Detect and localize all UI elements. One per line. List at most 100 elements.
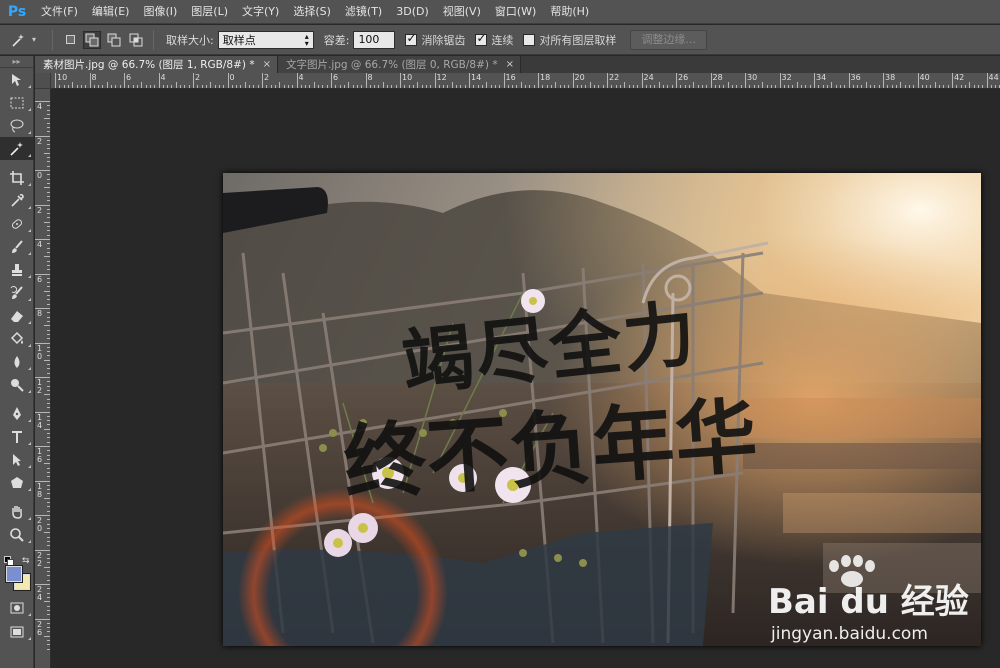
subtract-from-selection-button[interactable] <box>105 31 123 49</box>
menu-item-9[interactable]: 窗口(W) <box>488 0 543 24</box>
close-icon[interactable]: × <box>506 59 514 70</box>
ruler-tick <box>47 230 50 232</box>
ruler-top-label: 22 <box>609 73 620 82</box>
add-to-selection-button[interactable] <box>83 30 101 49</box>
shape-tool-button[interactable] <box>0 471 34 494</box>
ruler-tick <box>348 82 350 88</box>
shape-tool-icon <box>11 476 23 488</box>
ruler-tick <box>676 73 677 88</box>
ruler-tick <box>555 82 557 88</box>
ruler-tick <box>300 85 302 88</box>
ruler-tick <box>47 109 50 111</box>
lasso-tool-button[interactable] <box>0 114 34 137</box>
ruler-tick <box>546 85 548 88</box>
ruler-top-label: 4 <box>298 73 304 82</box>
panel-collapse-grip[interactable]: ▸▸ <box>0 56 33 68</box>
document-image[interactable]: 竭尽全力 终不负年华 Bai du 经验 jingyan.baidu.com <box>223 173 981 646</box>
sample-all-layers-checkbox[interactable] <box>523 33 536 46</box>
foreground-color-swatch[interactable] <box>5 565 23 583</box>
refine-edge-button[interactable]: 调整边缘... <box>630 29 707 50</box>
ruler-tick <box>529 85 531 88</box>
eyedropper-tool-button[interactable] <box>0 189 34 212</box>
horizontal-ruler[interactable]: 10 8 6 4 2 0 2 4 6 8 10 12 14 16 18 20 22 24 26 28 30 32 34 36 3… <box>51 73 1000 89</box>
ruler-tick <box>977 85 979 88</box>
ruler-tick <box>745 73 746 88</box>
ruler-tick <box>47 519 50 521</box>
ruler-tick <box>47 191 50 193</box>
ruler-tick <box>430 85 432 88</box>
tool-preset-picker[interactable]: ▾ <box>0 25 46 55</box>
menu-item-10[interactable]: 帮助(H) <box>543 0 596 24</box>
menu-item-5[interactable]: 选择(S) <box>286 0 338 24</box>
menu-item-4[interactable]: 文字(Y) <box>235 0 286 24</box>
intersect-selection-button[interactable] <box>127 31 145 49</box>
ruler-tick <box>753 85 755 88</box>
menu-item-3[interactable]: 图层(L) <box>184 0 235 24</box>
default-colors-icon[interactable] <box>4 556 14 566</box>
contiguous-option[interactable]: 连续 <box>475 31 513 48</box>
ruler-tick <box>788 85 790 88</box>
document-tab-1[interactable]: 文字图片.jpg @ 66.7% (图层 0, RGB/8#) * × <box>277 56 521 73</box>
menu-item-6[interactable]: 滤镜(T) <box>338 0 389 24</box>
ruler-left-label: 26 <box>36 619 43 637</box>
ruler-tick <box>736 85 738 88</box>
zoom-tool-button[interactable] <box>0 523 34 546</box>
ruler-origin[interactable] <box>35 73 51 89</box>
sample-size-select[interactable]: 取样点 ▴ ▾ <box>217 30 314 49</box>
ruler-tick <box>106 82 108 88</box>
sample-all-layers-option[interactable]: 对所有图层取样 <box>523 32 616 48</box>
new-selection-button[interactable] <box>61 31 79 49</box>
move-tool-button[interactable] <box>0 68 34 91</box>
screen-mode-button[interactable] <box>0 620 34 643</box>
marquee-tool-button[interactable] <box>0 91 34 114</box>
ruler-tick <box>598 85 600 88</box>
quick-mask-button[interactable] <box>0 596 34 619</box>
history-brush-tool-button[interactable] <box>0 281 34 304</box>
ruler-tick <box>188 85 190 88</box>
dodge-tool-button[interactable] <box>0 373 34 396</box>
paint-bucket-tool-button[interactable] <box>0 327 34 350</box>
healing-brush-tool-button[interactable] <box>0 212 34 235</box>
document-tab-title: 文字图片.jpg @ 66.7% (图层 0, RGB/8#) * <box>285 59 498 71</box>
ruler-tick <box>35 618 50 620</box>
vertical-ruler[interactable]: 4 2 0 2 4 6 8 10 12 14 16 18 20 22 24 26 <box>35 89 51 668</box>
swap-colors-icon[interactable]: ⇆ <box>22 556 30 566</box>
eraser-tool-icon <box>11 310 23 322</box>
ruler-tick <box>218 85 220 88</box>
ruler-tick <box>47 226 50 228</box>
eraser-tool-button[interactable] <box>0 304 34 327</box>
ruler-tick <box>542 85 544 88</box>
brush-tool-button[interactable] <box>0 235 34 258</box>
sample-size-value: 取样点 <box>222 33 256 47</box>
contiguous-checkbox[interactable] <box>475 31 488 46</box>
ruler-tick <box>809 85 811 88</box>
menu-item-7[interactable]: 3D(D) <box>389 0 436 24</box>
document-tab-0[interactable]: 素材图片.jpg @ 66.7% (图层 1, RGB/8#) * × <box>35 56 278 73</box>
type-tool-button[interactable] <box>0 425 34 448</box>
path-selection-tool-button[interactable] <box>0 448 34 471</box>
blur-tool-button[interactable] <box>0 350 34 373</box>
clone-stamp-tool-button[interactable] <box>0 258 34 281</box>
ruler-tick <box>35 204 50 206</box>
magic-wand-tool-button[interactable] <box>0 137 34 160</box>
ruler-tick <box>533 85 535 88</box>
ruler-top-label: 14 <box>471 73 482 82</box>
antialias-checkbox[interactable] <box>405 31 418 46</box>
menu-item-1[interactable]: 编辑(E) <box>85 0 137 24</box>
ruler-top-label: 16 <box>505 73 516 82</box>
close-icon[interactable]: × <box>263 59 271 70</box>
document-canvas[interactable]: 竭尽全力 终不负年华 Bai du 经验 jingyan.baidu.com <box>51 89 1000 668</box>
menu-item-8[interactable]: 视图(V) <box>436 0 488 24</box>
antialias-option[interactable]: 消除锯齿 <box>405 31 465 48</box>
ruler-top-label: 12 <box>436 73 447 82</box>
tolerance-input[interactable]: 100 <box>353 30 396 49</box>
hand-tool-button[interactable] <box>0 500 34 523</box>
pen-tool-button[interactable] <box>0 402 34 425</box>
brush-tool-icon <box>12 239 23 253</box>
menu-item-2[interactable]: 图像(I) <box>136 0 184 24</box>
ruler-tick <box>47 372 50 374</box>
crop-tool-button[interactable] <box>0 166 34 189</box>
ruler-top-label: 34 <box>816 73 827 82</box>
ruler-tick <box>637 85 639 88</box>
menu-item-0[interactable]: 文件(F) <box>34 0 85 24</box>
